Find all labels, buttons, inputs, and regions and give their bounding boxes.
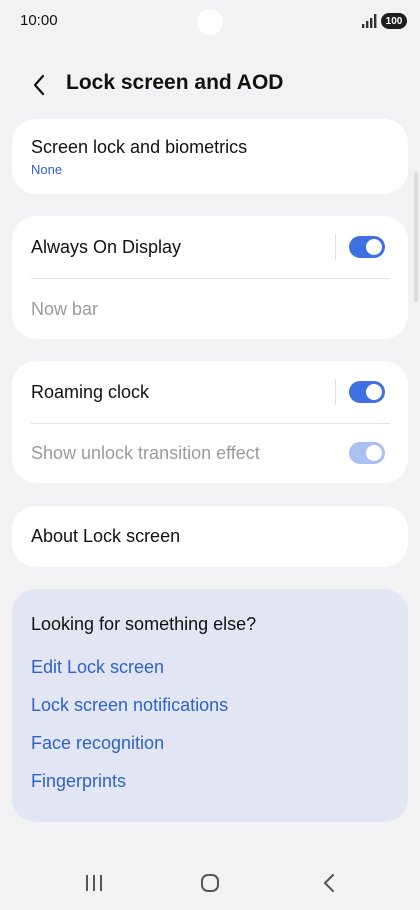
row-divider [335,379,336,405]
recents-button[interactable] [74,868,114,898]
roaming-clock-label: Roaming clock [31,382,150,402]
suggestions-card: Looking for something else? Edit Lock sc… [12,589,408,822]
about-lock-screen-label: About Lock screen [31,526,181,546]
screen-lock-card[interactable]: Screen lock and biometrics None [12,119,408,194]
scroll-indicator [414,172,418,302]
link-edit-lock-screen[interactable]: Edit Lock screen [31,657,164,678]
clock-card: Roaming clock Show unlock transition eff… [12,361,408,483]
battery-icon: 100 [381,13,407,29]
toggle-knob [366,239,382,255]
header: Lock screen and AOD [0,60,420,108]
unlock-transition-toggle [349,442,385,464]
camera-cutout [197,9,223,35]
home-button[interactable] [190,868,230,898]
display-card: Always On Display Now bar [12,216,408,339]
link-fingerprints[interactable]: Fingerprints [31,771,126,792]
link-lock-screen-notifications[interactable]: Lock screen notifications [31,695,228,716]
suggestions-title: Looking for something else? [31,614,257,634]
recents-icon [86,875,102,891]
link-face-recognition[interactable]: Face recognition [31,733,164,754]
chevron-left-icon [33,74,45,96]
roaming-clock-toggle[interactable] [349,381,385,403]
back-button[interactable] [24,70,54,100]
screen-lock-title: Screen lock and biometrics [31,137,248,157]
now-bar-label: Now bar [31,299,99,319]
always-on-display-label: Always On Display [31,237,182,257]
nav-back-button[interactable] [309,868,349,898]
screen-lock-subtitle: None [31,162,63,177]
nav-bar [0,860,420,910]
signal-icon [362,14,377,28]
toggle-knob [366,445,382,461]
row-divider [335,234,336,260]
always-on-display-row[interactable]: Always On Display [12,216,408,278]
unlock-transition-label: Show unlock transition effect [31,443,260,463]
nav-back-icon [324,874,334,892]
home-icon [201,874,219,892]
unlock-transition-row: Show unlock transition effect [12,424,408,483]
about-lock-screen-card[interactable]: About Lock screen [12,506,408,567]
now-bar-row[interactable]: Now bar [12,279,408,339]
roaming-clock-row[interactable]: Roaming clock [12,361,408,423]
always-on-display-toggle[interactable] [349,236,385,258]
status-bar: 10:00 100 [0,0,420,44]
page-title: Lock screen and AOD [66,71,284,94]
status-time: 10:00 [20,12,58,29]
toggle-knob [366,384,382,400]
